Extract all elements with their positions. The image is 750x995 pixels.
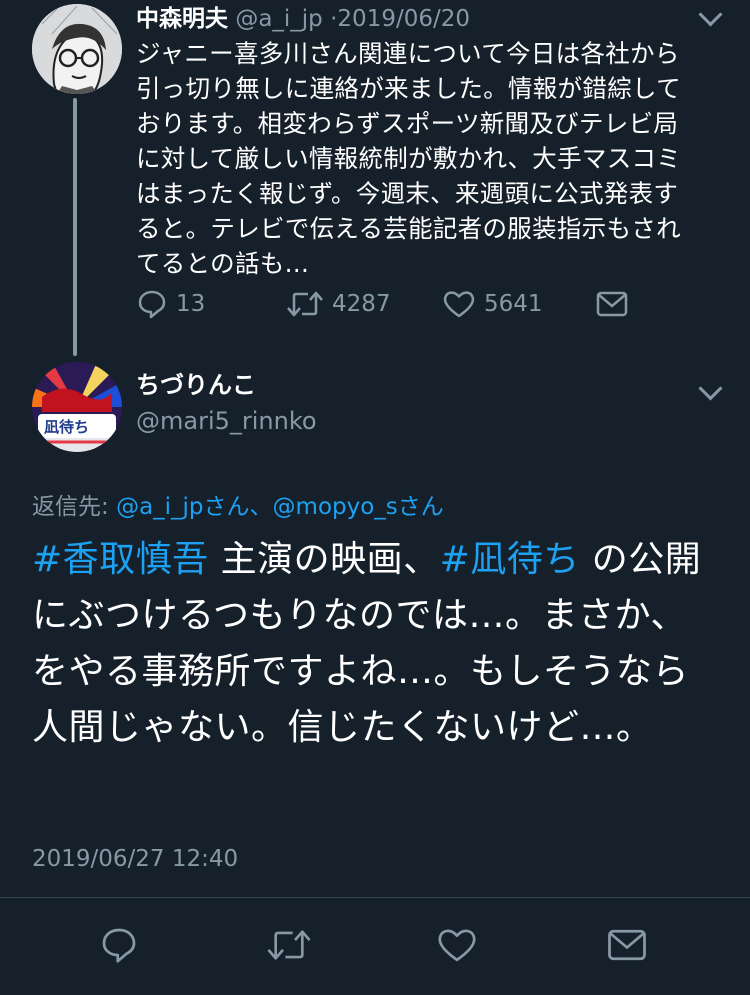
tweet-text: #香取慎吾 主演の映画、#凪待ち の公開にぶつけるつもりなのでは…。まさか、をや…: [32, 532, 722, 756]
reply-button[interactable]: [94, 920, 144, 970]
avatar-text: 凪待ち: [44, 418, 89, 436]
replying-to: 返信先: @a_i_jpさん、@mopyo_sさん: [32, 490, 444, 524]
tweet-actions: 13 4287 5641: [136, 284, 656, 324]
tweet-text: ジャニー喜多川さん関連について今日は各社から 引っ切り無しに連絡が来ました。情報…: [136, 39, 682, 278]
tweet-date[interactable]: 2019/06/20: [337, 6, 470, 32]
like-count: 5641: [484, 291, 543, 317]
avatar-illustration: [32, 4, 122, 94]
reply-count: 13: [176, 291, 206, 317]
like-button[interactable]: [432, 920, 482, 970]
share-icon: [596, 291, 628, 317]
retweet-count: 4287: [332, 291, 391, 317]
tweet-timestamp[interactable]: 2019/06/27 12:40: [32, 842, 238, 876]
retweet-button[interactable]: [264, 920, 314, 970]
like-button[interactable]: 5641: [442, 284, 543, 324]
tweet-header: 中森明夫 @a_i_jp ·2019/06/20: [136, 2, 470, 36]
chevron-down-icon[interactable]: [698, 2, 723, 27]
retweet-icon: [267, 930, 311, 960]
handle[interactable]: @a_i_jp: [235, 6, 322, 32]
share-icon: [608, 929, 646, 961]
handle[interactable]: @mari5_rinnko: [136, 404, 317, 438]
tweet-actions: [0, 920, 750, 970]
avatar[interactable]: 凪待ち: [32, 362, 122, 452]
avatar-illustration: 凪待ち: [32, 362, 122, 452]
thread-connector-line: [73, 98, 77, 356]
tweet-text-segment: 主演の映画、: [208, 539, 440, 580]
reply-icon: [138, 290, 166, 319]
share-button[interactable]: [596, 284, 628, 324]
hashtag-link[interactable]: #凪待ち: [440, 539, 580, 580]
retweet-icon: [287, 291, 323, 317]
chevron-down-icon[interactable]: [698, 376, 723, 401]
reply-icon: [102, 928, 136, 963]
avatar[interactable]: [32, 4, 122, 94]
hashtag-link[interactable]: #香取慎吾: [32, 539, 209, 580]
display-name[interactable]: ちづりんこ: [136, 368, 256, 402]
replying-to-users[interactable]: @a_i_jpさん、@mopyo_sさん: [116, 494, 444, 520]
like-icon: [438, 929, 476, 962]
retweet-button[interactable]: 4287: [286, 284, 391, 324]
like-icon: [443, 291, 475, 318]
share-button[interactable]: [602, 920, 652, 970]
divider: [0, 897, 750, 898]
reply-button[interactable]: 13: [136, 284, 205, 324]
replying-to-label: 返信先:: [32, 494, 117, 520]
display-name[interactable]: 中森明夫: [136, 6, 228, 32]
